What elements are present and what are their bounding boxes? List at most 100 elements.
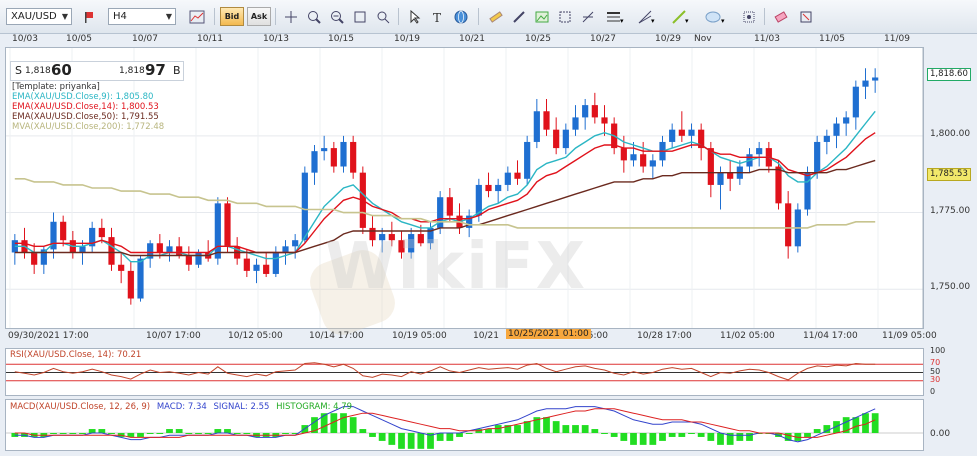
delete-icon[interactable]	[795, 7, 817, 26]
macd-histogram-bar	[543, 417, 550, 433]
macd-histogram-bar	[233, 433, 241, 434]
candle-body	[543, 111, 550, 130]
chart-icon[interactable]	[186, 7, 208, 26]
zoom-fit-icon[interactable]	[349, 7, 371, 26]
candle-body	[79, 246, 86, 253]
ask-button[interactable]: Ask	[247, 7, 271, 26]
bottom-date-label: 11/09 05:00	[882, 331, 937, 341]
macd-histogram-bar	[581, 425, 589, 433]
candle-body	[862, 80, 869, 87]
top-date-label: 10/15	[328, 34, 354, 44]
macd-histogram-bar	[243, 433, 251, 434]
crosshair-date-label: 10/25/2021 01:00	[506, 329, 591, 339]
macd-zero-tick: 0.00	[930, 429, 951, 439]
top-date-label: 11/09	[884, 34, 910, 44]
candle-body	[156, 243, 163, 253]
text-icon[interactable]: T	[427, 7, 449, 26]
chevron-down-icon: ▼	[165, 12, 172, 21]
candle-body	[282, 246, 289, 253]
bid-button[interactable]: Bid	[220, 7, 244, 26]
candle-body	[118, 264, 125, 271]
bottom-date-label: 11/04 17:00	[803, 331, 858, 341]
symbol-select[interactable]: XAU/USD ▼	[6, 8, 72, 25]
candle-body	[591, 105, 598, 118]
bottom-date-label: 10/19 05:00	[392, 331, 447, 341]
fork-icon[interactable]	[577, 7, 599, 26]
fan-icon[interactable]: ▾	[636, 7, 658, 26]
top-date-label: Nov	[694, 34, 712, 44]
candle-body	[572, 117, 579, 130]
macd-histogram-bar	[697, 433, 705, 437]
macd-histogram-bar	[552, 421, 560, 433]
buy-price-big[interactable]: 97	[145, 61, 166, 79]
macd-histogram-bar	[562, 425, 570, 433]
candle-body	[195, 252, 202, 265]
ellipse-icon[interactable]: ▾	[705, 7, 727, 26]
svg-text:T: T	[433, 11, 441, 24]
candle-body	[185, 255, 192, 265]
candle-body	[108, 237, 115, 265]
candle-body	[756, 148, 763, 155]
svg-text:▾: ▾	[721, 17, 725, 24]
macd-histogram-bar	[359, 429, 367, 433]
trend-line-icon[interactable]: ▾	[670, 7, 692, 26]
line-style-icon[interactable]: ▾	[604, 7, 626, 26]
candle-body	[311, 151, 318, 173]
picture-icon[interactable]	[531, 7, 553, 26]
sell-price-big[interactable]: 60	[51, 61, 72, 79]
candle-body	[31, 252, 38, 265]
resize-icon[interactable]	[554, 7, 576, 26]
zoom-area-icon[interactable]	[372, 7, 394, 26]
rsi-line	[14, 362, 876, 381]
pen-icon[interactable]	[508, 7, 530, 26]
top-date-label: 10/07	[132, 34, 158, 44]
macd-histogram-bar	[610, 433, 618, 437]
timeframe-value: H4	[113, 11, 127, 22]
macd-histogram-bar	[175, 429, 183, 433]
rsi-panel[interactable]: RSI(XAU/USD.Close, 14): 70.21	[5, 348, 924, 396]
candle-body	[669, 129, 676, 142]
rsi-chart[interactable]	[6, 349, 923, 395]
settings-icon[interactable]	[738, 7, 760, 26]
rsi-tick-label: 100	[930, 346, 946, 355]
buy-price-small: 1,818	[119, 66, 145, 76]
macd-histogram-bar	[79, 433, 86, 434]
zoom-in-icon[interactable]	[303, 7, 325, 26]
macd-histogram-bar	[707, 433, 715, 441]
rsi-tick-label: 30	[930, 374, 941, 384]
candle-body	[852, 86, 859, 118]
crosshair-icon[interactable]	[280, 7, 302, 26]
candle-body	[804, 172, 811, 210]
candle-body	[127, 270, 134, 299]
bottom-date-label: 11/02 05:00	[720, 331, 775, 341]
macd-histogram-bar	[388, 433, 396, 445]
candle-body	[582, 105, 589, 118]
zoom-out-icon[interactable]	[326, 7, 348, 26]
svg-text:▾: ▾	[620, 17, 624, 24]
top-date-label: 11/03	[754, 34, 780, 44]
eraser-icon[interactable]	[770, 7, 792, 26]
flag-icon[interactable]	[80, 7, 102, 26]
globe-icon[interactable]	[450, 7, 472, 26]
mva200-label: MVA(XAU/USD.Close,200): 1,772.48	[12, 122, 165, 132]
macd-histogram-bar	[88, 429, 96, 433]
top-date-label: 10/27	[590, 34, 616, 44]
candle-body	[775, 166, 782, 204]
macd-histogram-bar	[465, 433, 473, 434]
top-date-label: 10/11	[197, 34, 223, 44]
macd-histogram-bar	[195, 433, 202, 434]
cursor-icon[interactable]	[404, 7, 426, 26]
top-date-label: 10/13	[263, 34, 289, 44]
ruler-icon[interactable]	[485, 7, 507, 26]
timeframe-select[interactable]: H4 ▼	[108, 8, 176, 25]
macd-histogram-bar	[320, 413, 328, 433]
symbol-value: XAU/USD	[11, 11, 57, 22]
candle-body	[688, 129, 695, 136]
candle-body	[553, 129, 560, 149]
macd-panel[interactable]: MACD(XAU/USD.Close, 12, 26, 9) MACD: 7.3…	[5, 399, 924, 451]
candle-body	[176, 246, 183, 256]
macd-histogram-bar	[417, 433, 425, 449]
candle-body	[504, 172, 511, 185]
macd-histogram-bar	[282, 433, 289, 434]
bottom-date-label: 10/28 17:00	[637, 331, 692, 341]
